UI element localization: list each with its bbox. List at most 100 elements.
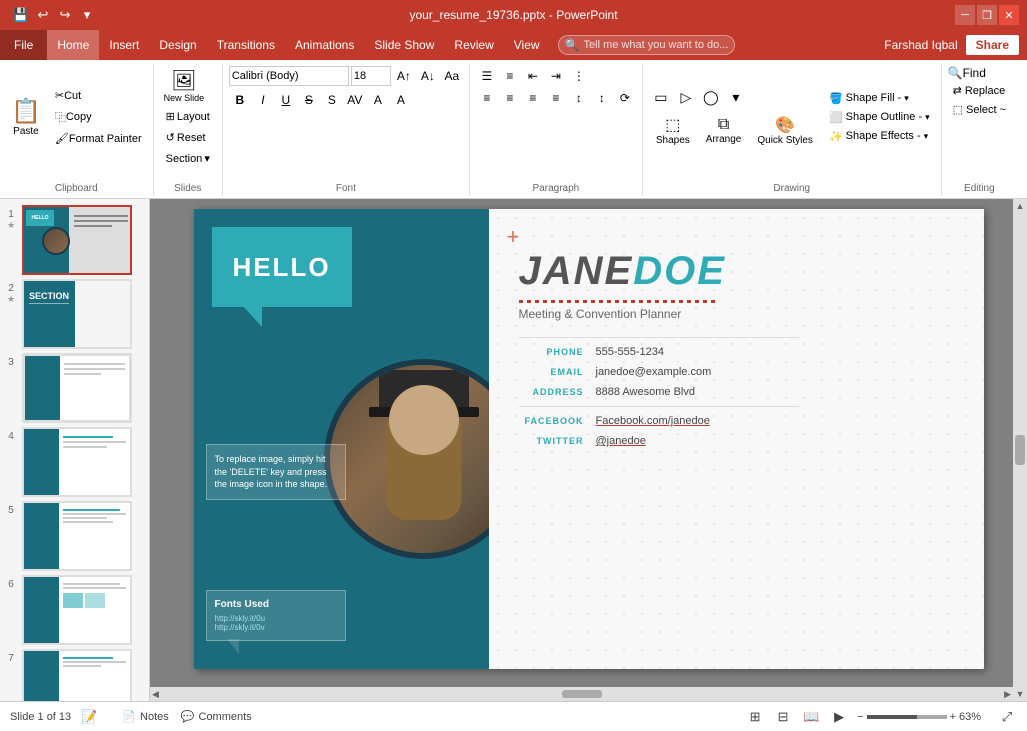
notes-button[interactable]: 📄 Notes (122, 707, 168, 726)
align-left-button[interactable]: ≡ (476, 88, 498, 108)
justify-button[interactable]: ≡ (545, 88, 567, 108)
slide-image-1[interactable]: HELLO (22, 205, 132, 275)
canvas-scrollbar-h[interactable]: ◀ ▶ (150, 687, 1013, 701)
restore-button[interactable]: ❐ (977, 5, 997, 25)
scrollbar-thumb-v[interactable] (1015, 435, 1025, 465)
slide-thumb-2[interactable]: 2 ★ SECTION (4, 279, 145, 349)
menu-home[interactable]: Home (47, 30, 99, 60)
quick-styles-button[interactable]: 🎨 Quick Styles (750, 112, 820, 149)
shape-3-button[interactable]: ◯ (699, 86, 723, 110)
shape-outline-button[interactable]: ⬜Shape Outline -▾ (824, 109, 935, 126)
font-name-input[interactable] (229, 66, 349, 86)
menu-slideshow[interactable]: Slide Show (364, 30, 444, 60)
slide-right-panel: + JANEDOE Meeting & Convention Planner P… (489, 209, 984, 669)
hello-text: HELLO (232, 252, 330, 283)
reset-button[interactable]: ↺Reset (160, 128, 212, 147)
slide-image-7[interactable] (22, 649, 132, 701)
shape-2-button[interactable]: ▷ (674, 86, 698, 110)
underline-button[interactable]: U (275, 90, 297, 110)
slideshow-button[interactable]: ▶ (829, 707, 849, 727)
arrange-button[interactable]: ⧉ Arrange (699, 113, 749, 148)
menu-insert[interactable]: Insert (99, 30, 149, 60)
font-color-button[interactable]: A (367, 90, 389, 110)
slide-thumb-3[interactable]: 3 (4, 353, 145, 423)
zoom-level: 63% (959, 711, 989, 723)
format-painter-button[interactable]: 🖌 Format Painter (50, 129, 147, 148)
canvas-scrollbar-v[interactable]: ▲ ▼ (1013, 199, 1027, 701)
close-button[interactable]: ✕ (999, 5, 1019, 25)
slide-image-6[interactable] (22, 575, 132, 645)
find-button[interactable]: 🔍Find (948, 66, 986, 80)
slide-thumb-1[interactable]: 1 ★ HELLO (4, 205, 145, 275)
slide-thumb-6[interactable]: 6 (4, 575, 145, 645)
slide-notes-icon[interactable]: 📝 (81, 709, 97, 725)
slide-thumb-5[interactable]: 5 (4, 501, 145, 571)
text-highlight-button[interactable]: A (390, 90, 412, 110)
columns-button[interactable]: ⋮ (568, 66, 590, 86)
zoom-slider[interactable] (867, 715, 947, 719)
text-direction-button[interactable]: ↕ (568, 88, 590, 108)
text-shadow-button[interactable]: S (321, 90, 343, 110)
italic-button[interactable]: I (252, 90, 274, 110)
replace-button[interactable]: ⇄Replace (948, 82, 1011, 99)
paste-button[interactable]: 📋 Paste (6, 94, 46, 140)
align-center-button[interactable]: ≡ (499, 88, 521, 108)
convert-smartart-button[interactable]: ⟳ (614, 88, 636, 108)
font-size-input[interactable] (351, 66, 391, 86)
shape-fill-button[interactable]: 🪣Shape Fill -▾ (824, 90, 935, 107)
shape-1-button[interactable]: ▭ (649, 86, 673, 110)
align-right-button[interactable]: ≡ (522, 88, 544, 108)
shape-effects-button[interactable]: ✨Shape Effects -▾ (824, 128, 935, 145)
select-button[interactable]: ⬚Select ~ (948, 101, 1011, 118)
char-spacing-button[interactable]: AV (344, 90, 366, 110)
strikethrough-button[interactable]: S (298, 90, 320, 110)
save-icon[interactable]: 💾 (12, 6, 30, 24)
increase-font-button[interactable]: A↑ (393, 66, 415, 86)
zoom-in-button[interactable]: + (950, 711, 956, 723)
increase-indent-button[interactable]: ⇥ (545, 66, 567, 86)
menu-review[interactable]: Review (444, 30, 503, 60)
slide-thumb-7[interactable]: 7 (4, 649, 145, 701)
decrease-indent-button[interactable]: ⇤ (522, 66, 544, 86)
menu-animations[interactable]: Animations (285, 30, 364, 60)
shape-more-button[interactable]: ▾ (724, 86, 748, 110)
share-button[interactable]: Share (966, 35, 1019, 55)
new-slide-button[interactable]: 🖼 New Slide (160, 66, 209, 105)
shapes-button[interactable]: ⬚ Shapes (649, 112, 697, 149)
comments-label: Comments (199, 711, 252, 723)
menu-transitions[interactable]: Transitions (207, 30, 285, 60)
slide-image-5[interactable] (22, 501, 132, 571)
slide-image-3[interactable] (22, 353, 132, 423)
fit-window-button[interactable]: ⤢ (997, 707, 1017, 727)
undo-icon[interactable]: ↩ (34, 6, 52, 24)
zoom-out-button[interactable]: − (857, 711, 863, 723)
bold-button[interactable]: B (229, 90, 251, 110)
minimize-button[interactable]: ─ (955, 5, 975, 25)
facebook-row: FACEBOOK Facebook.com/janedoe (519, 415, 954, 427)
slide-thumb-4[interactable]: 4 (4, 427, 145, 497)
menu-design[interactable]: Design (149, 30, 206, 60)
customize-icon[interactable]: ▾ (78, 6, 96, 24)
comments-button[interactable]: 💬 Comments (181, 707, 252, 726)
clear-format-button[interactable]: Aa (441, 66, 463, 86)
copy-button[interactable]: ⿻ Copy (50, 106, 147, 128)
decrease-font-button[interactable]: A↓ (417, 66, 439, 86)
align-text-button[interactable]: ↕ (591, 88, 613, 108)
slide-sorter-button[interactable]: ⊟ (773, 707, 793, 727)
slide-image-2[interactable]: SECTION (22, 279, 132, 349)
menu-view[interactable]: View (504, 30, 550, 60)
slide-image-4[interactable] (22, 427, 132, 497)
cut-button[interactable]: ✂ Cut (50, 86, 147, 105)
tell-me-box[interactable]: 🔍 Tell me what you want to do... (558, 35, 736, 55)
scrollbar-thumb-h[interactable] (562, 690, 602, 698)
normal-view-button[interactable]: ⊞ (745, 707, 765, 727)
redo-icon[interactable]: ↪ (56, 6, 74, 24)
drawing-label: Drawing (773, 183, 810, 194)
bullets-button[interactable]: ☰ (476, 66, 498, 86)
menu-file[interactable]: File (0, 30, 47, 60)
reading-view-button[interactable]: 📖 (801, 707, 821, 727)
ribbon-group-font: A↑ A↓ Aa B I U S S AV A A Font (223, 64, 470, 196)
section-button[interactable]: Section▾ (160, 149, 216, 168)
layout-button[interactable]: ⊞Layout (160, 107, 216, 126)
numbering-button[interactable]: ≡ (499, 66, 521, 86)
